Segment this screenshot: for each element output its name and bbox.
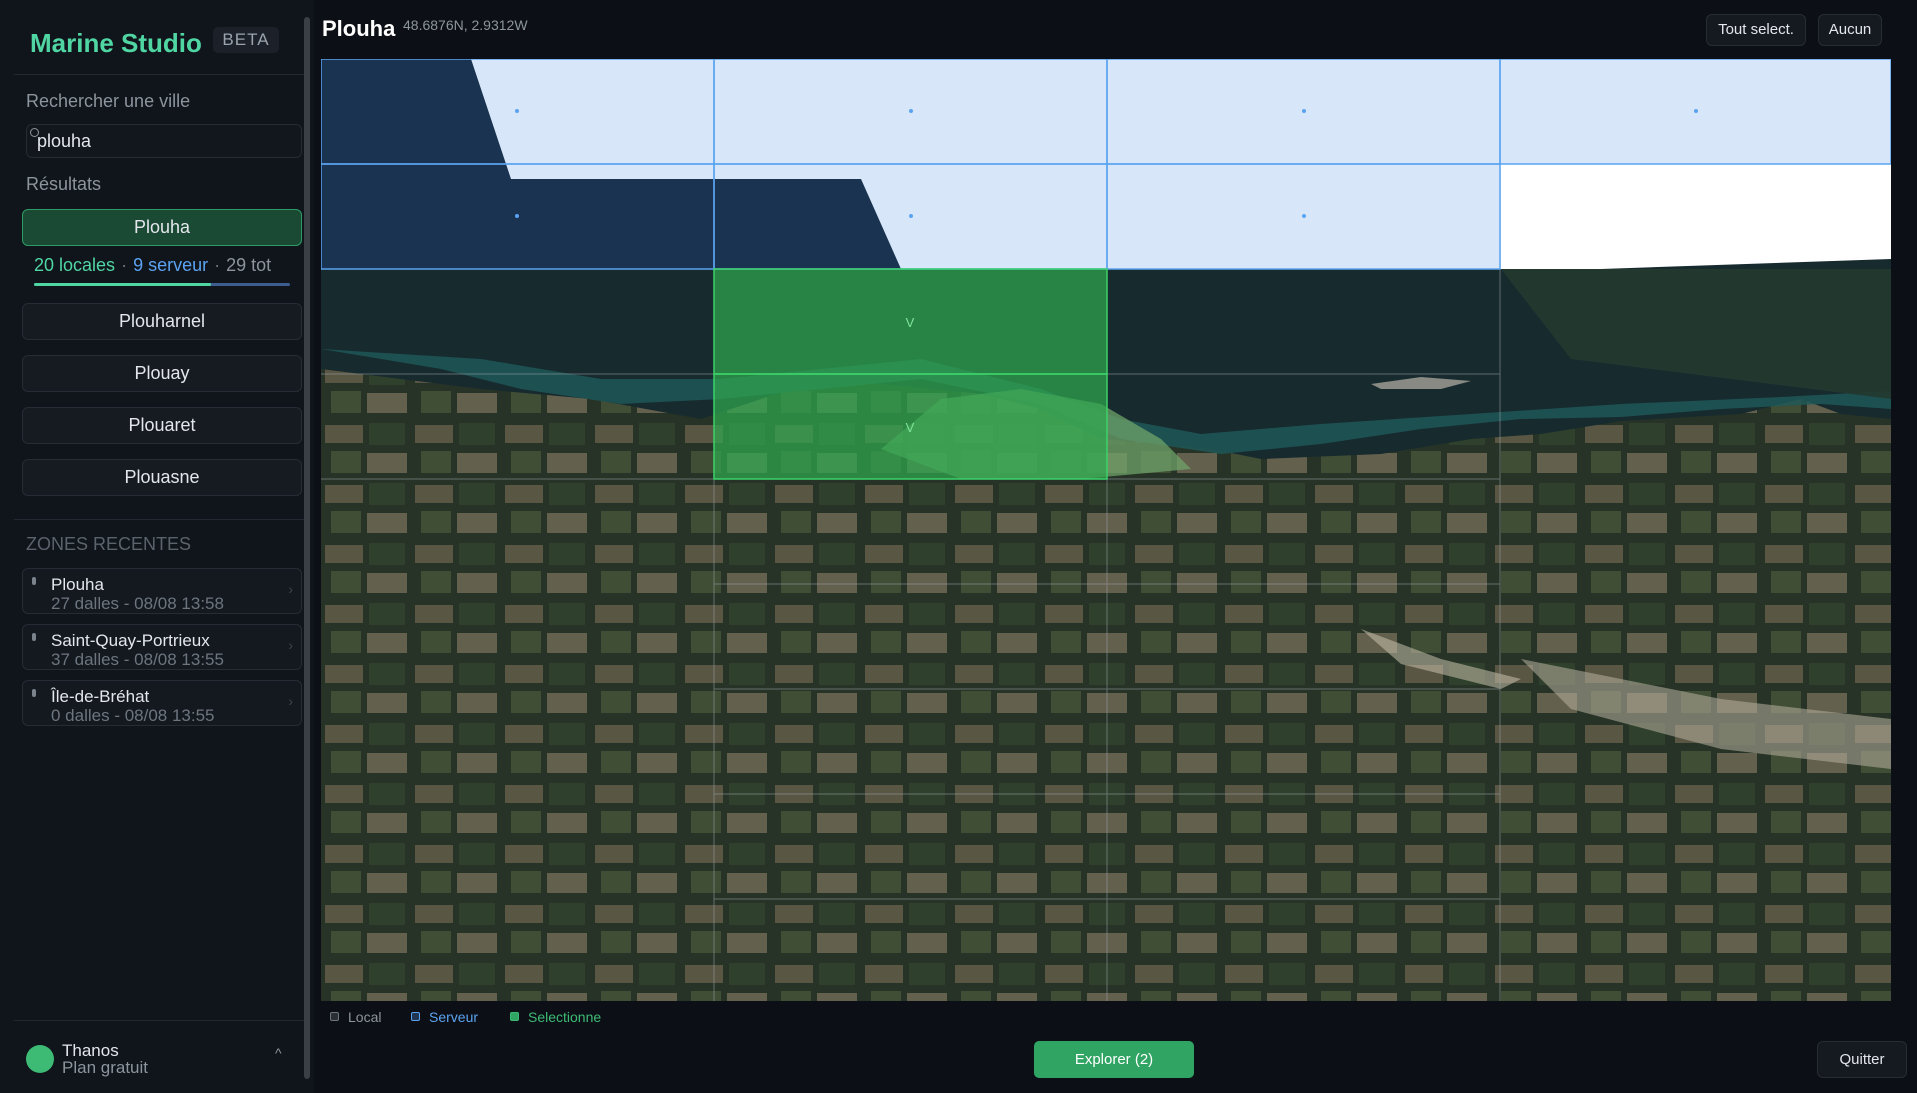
result-item[interactable]: Plouay [22, 355, 302, 392]
recent-zone-name: Plouha [51, 575, 104, 594]
recent-zone-item[interactable]: Saint-Quay-Portrieux 37 dalles - 08/08 1… [22, 624, 302, 670]
app-name: Marine Studio [30, 28, 202, 58]
satellite-map[interactable]: V V [321, 59, 1891, 1001]
page-title: Plouha [322, 16, 396, 41]
user-plan: Plan gratuit [62, 1058, 148, 1077]
chevron-right-icon: › [288, 637, 293, 653]
recent-zones-label: ZONES RECENTES [26, 534, 192, 554]
map-imagery: V V [321, 59, 1891, 1001]
search-icon [30, 128, 39, 137]
legend-local: Local [330, 1009, 381, 1025]
stat-server: 9 serveur [133, 255, 209, 275]
recent-zone-info: 27 dalles - 08/08 13:58 [51, 594, 224, 613]
search-label: Rechercher une ville [26, 91, 191, 111]
divider [14, 74, 304, 75]
result-item[interactable]: Plouharnel [22, 303, 302, 340]
tiles-progress-bar [34, 283, 290, 286]
stat-total: 29 tot [226, 255, 272, 275]
tiles-progress-fill [34, 283, 211, 286]
server-swatch [411, 1012, 420, 1021]
stat-separator: · [214, 255, 221, 275]
quit-button[interactable]: Quitter [1817, 1041, 1907, 1078]
explore-button[interactable]: Explorer (2) [1034, 1041, 1194, 1078]
recent-zone-info: 0 dalles - 08/08 13:55 [51, 706, 215, 725]
search-input[interactable]: plouha [26, 124, 302, 158]
selected-swatch [510, 1012, 519, 1021]
divider [14, 1020, 304, 1021]
recent-zone-name: Île-de-Bréhat [51, 687, 150, 706]
selected-tile-mark: V [906, 315, 915, 330]
divider [14, 519, 304, 520]
sidebar: Marine Studio BETA Rechercher une ville … [0, 0, 314, 1093]
select-none-button[interactable]: Aucun [1818, 14, 1882, 46]
select-all-button[interactable]: Tout select. [1706, 14, 1806, 46]
stat-separator: · [121, 255, 128, 275]
legend-label: Local [348, 1009, 382, 1025]
legend-label: Selectionne [528, 1009, 602, 1025]
recent-zone-info: 37 dalles - 08/08 13:55 [51, 650, 224, 669]
local-swatch [330, 1012, 339, 1021]
chevron-right-icon: › [288, 693, 293, 709]
coordinates: 48.6876N, 2.9312W [403, 17, 528, 33]
pin-icon [32, 633, 36, 641]
result-item[interactable]: Plouaret [22, 407, 302, 444]
chevron-up-icon[interactable]: ^ [275, 1045, 282, 1061]
recent-zone-item[interactable]: Île-de-Bréhat 0 dalles - 08/08 13:55 › [22, 680, 302, 726]
beta-badge: BETA [213, 27, 279, 53]
avatar[interactable] [26, 1045, 54, 1073]
legend-selected: Selectionne [510, 1009, 601, 1025]
legend-server: Serveur [411, 1009, 478, 1025]
recent-zone-item[interactable]: Plouha 27 dalles - 08/08 13:58 › [22, 568, 302, 614]
result-item[interactable]: Plouasne [22, 459, 302, 496]
selected-tile-mark: V [906, 420, 915, 435]
result-item-selected[interactable]: Plouha [22, 209, 302, 246]
results-stats: 20 locales · 9 serveur · 29 tot [34, 255, 304, 279]
legend-label: Serveur [429, 1009, 479, 1025]
recent-zone-name: Saint-Quay-Portrieux [51, 631, 210, 650]
pin-icon [32, 577, 36, 585]
sidebar-scrollbar[interactable] [304, 17, 310, 1079]
pin-icon [32, 689, 36, 697]
chevron-right-icon: › [288, 581, 293, 597]
results-label: Résultats [26, 174, 102, 194]
stat-local: 20 locales [34, 255, 116, 275]
